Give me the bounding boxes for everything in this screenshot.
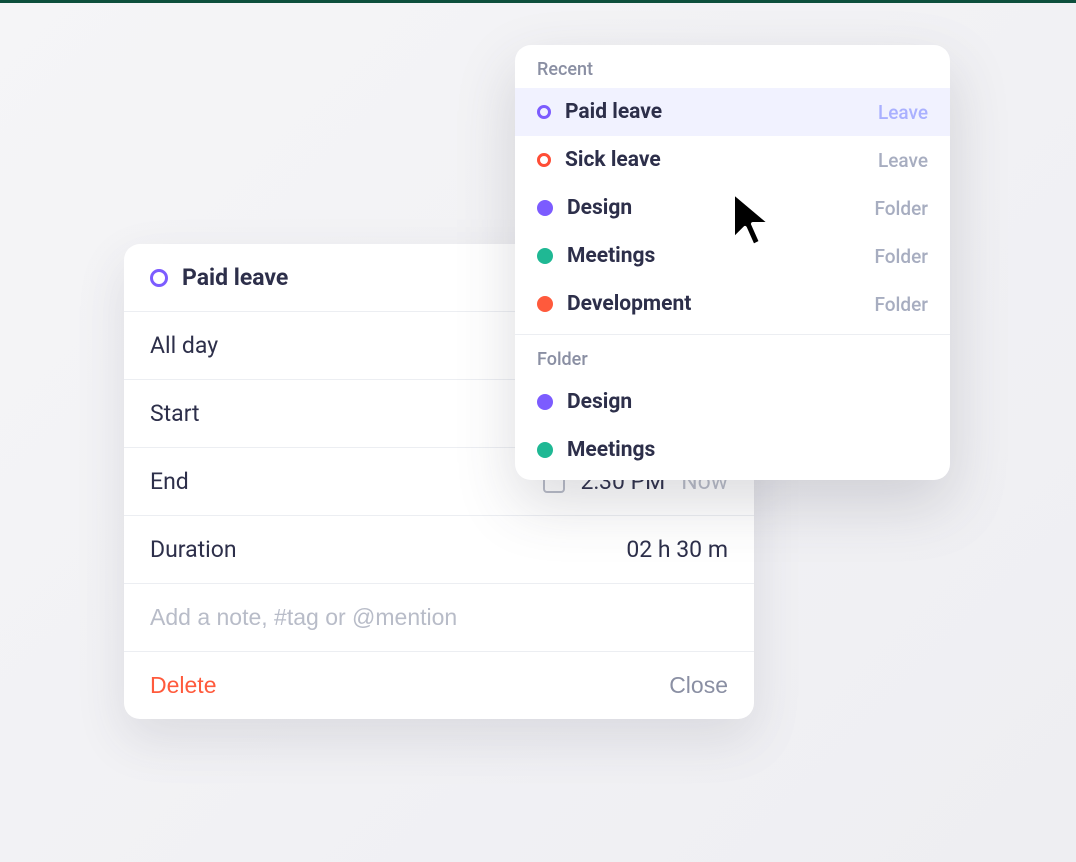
dropdown-item-folder-meetings[interactable]: Meetings — [515, 426, 950, 480]
dropdown-item-name: Design — [567, 196, 861, 220]
delete-button[interactable]: Delete — [150, 672, 216, 699]
dropdown-item-name: Meetings — [567, 438, 928, 462]
dropdown-item-folder-design[interactable]: Design — [515, 378, 950, 426]
category-ring-icon — [150, 269, 168, 287]
dropdown-item-type: Folder — [875, 293, 929, 316]
note-input[interactable] — [150, 604, 728, 631]
dropdown-item-name: Meetings — [567, 244, 861, 268]
dropdown-item-development[interactable]: Development Folder — [515, 280, 950, 328]
dropdown-section-recent: Recent — [515, 45, 950, 88]
category-dot-icon — [537, 394, 553, 410]
category-ring-icon — [537, 105, 551, 119]
dropdown-item-paid-leave[interactable]: Paid leave Leave — [515, 88, 950, 136]
dropdown-item-meetings[interactable]: Meetings Folder — [515, 232, 950, 280]
duration-value: 02 h 30 m — [626, 536, 728, 563]
dropdown-item-name: Sick leave — [565, 148, 864, 172]
dropdown-item-type: Leave — [878, 149, 928, 172]
footer-row: Delete Close — [124, 652, 754, 719]
end-label: End — [150, 468, 543, 495]
duration-row[interactable]: Duration 02 h 30 m — [124, 516, 754, 584]
category-ring-icon — [537, 153, 551, 167]
category-dot-icon — [537, 200, 553, 216]
dropdown-section-folder: Folder — [515, 335, 950, 378]
dropdown-item-type: Folder — [875, 245, 929, 268]
dropdown-item-design[interactable]: Design Folder — [515, 184, 950, 232]
category-dropdown: Recent Paid leave Leave Sick leave Leave… — [515, 45, 950, 480]
note-row[interactable] — [124, 584, 754, 652]
dropdown-item-name: Design — [567, 390, 928, 414]
duration-label: Duration — [150, 536, 626, 563]
dropdown-item-name: Development — [567, 292, 861, 316]
dropdown-item-name: Paid leave — [565, 100, 864, 124]
category-dot-icon — [537, 248, 553, 264]
close-button[interactable]: Close — [669, 672, 728, 699]
dropdown-item-type: Folder — [875, 197, 929, 220]
dropdown-item-sick-leave[interactable]: Sick leave Leave — [515, 136, 950, 184]
dropdown-item-type: Leave — [878, 101, 928, 124]
category-dot-icon — [537, 296, 553, 312]
category-dot-icon — [537, 442, 553, 458]
entry-title: Paid leave — [182, 264, 288, 291]
